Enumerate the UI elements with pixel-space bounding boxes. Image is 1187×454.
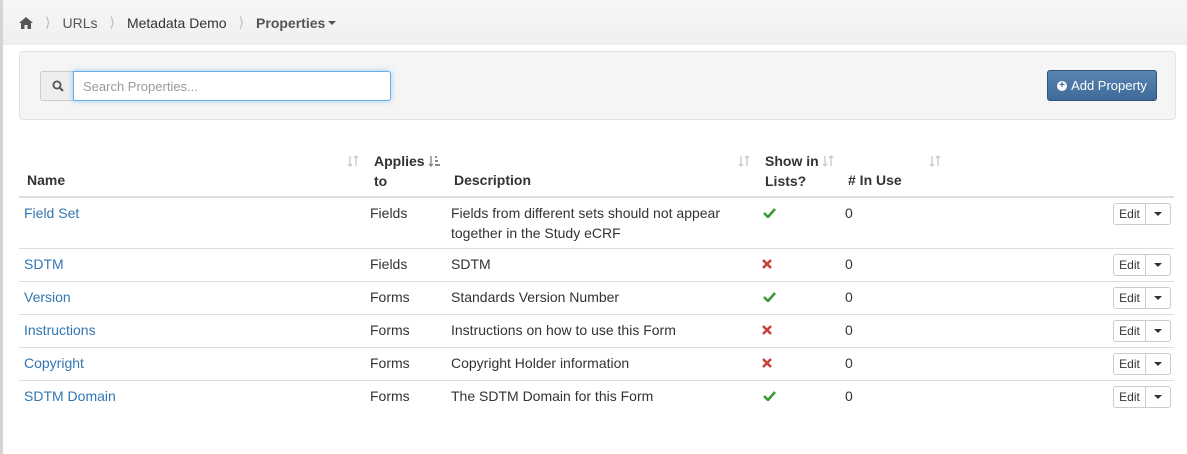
description-cell: SDTM [451,256,491,272]
column-header-in-use[interactable]: # In Use [848,170,902,190]
edit-button[interactable]: Edit [1113,386,1146,408]
chevron-down-icon [1154,329,1162,333]
breadcrumb-properties-dropdown[interactable]: Properties [256,14,337,31]
breadcrumb: ⟩ URLs ⟩ Metadata Demo ⟩ Properties [3,0,1187,45]
edit-button-group: Edit [1113,386,1171,408]
description-cell: Fields from different sets should not ap… [451,205,721,241]
applies-to-cell: Fields [370,205,408,221]
applies-to-cell: Forms [370,289,410,305]
edit-button-group: Edit [1113,287,1171,309]
edit-button[interactable]: Edit [1113,320,1146,342]
edit-button[interactable]: Edit [1113,287,1146,309]
column-header-description[interactable]: Description [454,170,531,190]
breadcrumb-separator: ⟩ [109,14,115,30]
left-border [0,0,3,454]
applies-to-cell: Fields [370,256,408,272]
in-use-cell: 0 [845,355,853,371]
cross-icon [762,358,772,368]
home-icon[interactable] [19,16,33,29]
in-use-cell: 0 [845,388,853,404]
edit-dropdown-toggle[interactable] [1146,203,1171,225]
table-header-divider [19,196,1174,198]
sort-ascending-icon[interactable] [428,155,440,167]
edit-button-group: Edit [1113,254,1171,276]
check-icon [763,292,776,302]
check-icon [763,391,776,401]
chevron-down-icon [1154,395,1162,399]
check-icon [763,208,776,218]
edit-dropdown-toggle[interactable] [1146,386,1171,408]
property-name-link[interactable]: Instructions [24,320,96,340]
chevron-down-icon [1154,296,1162,300]
add-property-label: Add Property [1071,78,1147,93]
breadcrumb-urls[interactable]: URLs [62,15,97,31]
in-use-cell: 0 [845,322,853,338]
property-name-link[interactable]: Copyright [24,353,84,373]
cross-icon [762,325,772,335]
row-divider [19,380,1174,381]
sort-icon[interactable] [738,155,750,167]
cross-icon [762,259,772,269]
column-header-applies-to[interactable]: Applies to [374,151,425,191]
edit-button-group: Edit [1113,203,1171,225]
breadcrumb-separator: ⟩ [45,14,51,30]
search-icon [40,71,74,101]
description-cell: Standards Version Number [451,289,620,305]
edit-dropdown-toggle[interactable] [1146,254,1171,276]
breadcrumb-metadata-demo[interactable]: Metadata Demo [127,15,227,31]
edit-dropdown-toggle[interactable] [1146,287,1171,309]
applies-to-cell: Forms [370,322,410,338]
sort-icon[interactable] [929,155,941,167]
in-use-cell: 0 [845,256,853,272]
sort-icon[interactable] [822,155,834,167]
edit-button-group: Edit [1113,353,1171,375]
chevron-down-icon [1154,362,1162,366]
edit-button[interactable]: Edit [1113,203,1146,225]
in-use-cell: 0 [845,205,853,221]
column-header-applies-to-line2: to [374,173,388,189]
row-divider [19,314,1174,315]
plus-circle-icon: + [1057,80,1068,91]
search-input[interactable] [73,71,391,101]
column-header-show-in-lists-line1: Show in [765,153,819,169]
column-header-show-in-lists[interactable]: Show in Lists? [765,151,819,191]
search-panel: + Add Property [19,51,1176,120]
row-divider [19,248,1174,249]
column-header-applies-to-line1: Applies [374,153,425,169]
property-name-link[interactable]: Field Set [24,203,79,223]
property-name-link[interactable]: SDTM Domain [24,386,116,406]
edit-dropdown-toggle[interactable] [1146,320,1171,342]
applies-to-cell: Forms [370,355,410,371]
breadcrumb-separator: ⟩ [238,14,245,30]
property-name-link[interactable]: SDTM [24,254,64,274]
chevron-down-icon [1154,263,1162,267]
description-cell: Instructions on how to use this Form [451,322,676,338]
column-header-name[interactable]: Name [27,170,65,190]
property-name-link[interactable]: Version [24,287,71,307]
edit-dropdown-toggle[interactable] [1146,353,1171,375]
column-header-show-in-lists-line2: Lists? [765,173,807,189]
description-cell: The SDTM Domain for this Form [451,388,654,404]
row-divider [19,281,1174,282]
description-cell: Copyright Holder information [451,355,630,371]
chevron-down-icon [1154,212,1162,216]
in-use-cell: 0 [845,289,853,305]
edit-button[interactable]: Edit [1113,254,1146,276]
sort-icon[interactable] [347,155,359,167]
edit-button-group: Edit [1113,320,1171,342]
breadcrumb-properties-label: Properties [256,14,326,31]
applies-to-cell: Forms [370,388,410,404]
chevron-down-icon [328,20,337,25]
add-property-button[interactable]: + Add Property [1047,70,1157,101]
edit-button[interactable]: Edit [1113,353,1146,375]
row-divider [19,347,1174,348]
